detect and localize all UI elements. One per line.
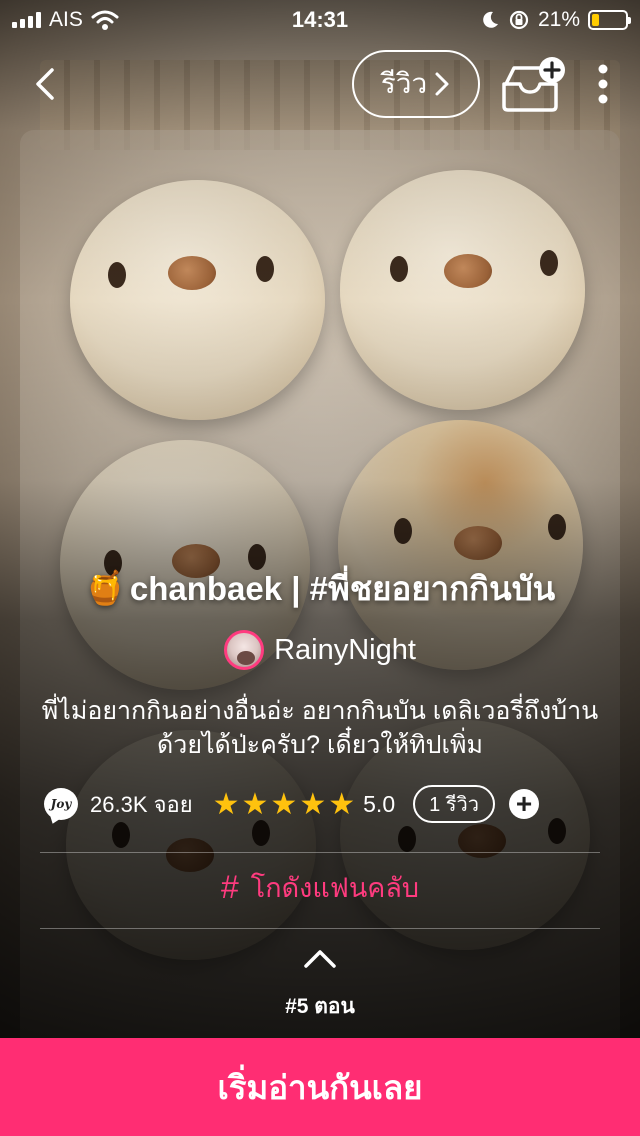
plus-icon: + (515, 788, 533, 819)
divider (40, 852, 600, 853)
start-reading-label: เริ่มอ่านกันเลย (217, 1068, 423, 1106)
review-count-button[interactable]: 1 รีวิว (413, 785, 496, 823)
story-title-row: 🍯 chanbaek | #พี่ชยอยากกินบัน (0, 562, 640, 615)
divider (40, 928, 600, 929)
chevron-right-icon (435, 72, 449, 96)
joy-count: 26.3K จอย (90, 791, 193, 817)
add-to-shelf-icon[interactable] (498, 54, 570, 116)
joy-icon: Joy (44, 788, 78, 820)
tag-link[interactable]: # โกดังแฟนคลับ (0, 866, 640, 909)
add-review-button[interactable]: + (509, 788, 540, 819)
battery-level (592, 14, 599, 26)
rotation-lock-icon (509, 10, 529, 30)
battery-icon (588, 10, 631, 30)
rating-stars: ★ ★ ★ ★ ★ (213, 787, 356, 822)
star-icon: ★ (241, 787, 269, 821)
hashtag-icon: # (220, 869, 239, 905)
star-icon: ★ (299, 787, 327, 821)
rating-value: 5.0 (363, 790, 396, 817)
back-arrow-icon[interactable] (28, 62, 68, 106)
stats-row: Joy 26.3K จอย ★ ★ ★ ★ ★ 5.0 1 รีวิว + (44, 784, 600, 824)
star-icon: ★ (270, 787, 298, 821)
story-synopsis: พี่ไม่อยากกินอย่างอื่นอ่ะ อยากกินบัน เดล… (41, 697, 599, 759)
review-count: 1 รีวิว (429, 794, 480, 816)
star-icon: ★ (212, 787, 240, 821)
star-icon: ★ (328, 787, 356, 821)
review-button[interactable]: รีวิว (352, 50, 480, 118)
episode-count: #5 ตอน (285, 995, 355, 1018)
chevron-up-icon[interactable] (300, 946, 340, 972)
story-title: chanbaek | #พี่ชยอยากกินบัน (129, 570, 556, 607)
more-vertical-icon[interactable] (588, 62, 618, 106)
status-bar: AIS 14:31 21% (0, 0, 640, 40)
review-button-label: รีวิว (380, 68, 428, 99)
moon-icon (483, 11, 498, 28)
carrier-name: AIS (49, 8, 83, 31)
tag-label: โกดังแฟนคลับ (250, 873, 420, 903)
start-reading-button[interactable]: เริ่มอ่านกันเลย (0, 1038, 640, 1136)
author-avatar (224, 630, 265, 670)
signal-icon (12, 12, 41, 28)
honey-pot-icon: 🍯 (84, 569, 126, 606)
author-link[interactable]: RainyNight (0, 630, 640, 670)
author-name: RainyNight (274, 633, 416, 666)
battery-percent: 21% (537, 8, 580, 31)
wifi-icon (91, 10, 119, 30)
